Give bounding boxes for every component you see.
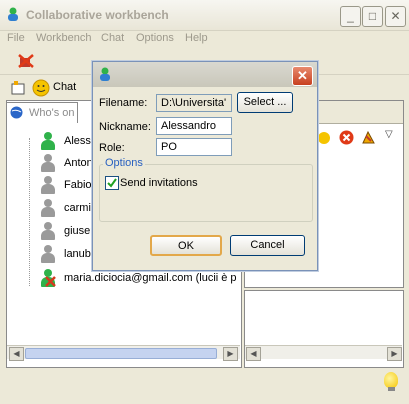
role-field[interactable]: PO bbox=[156, 138, 232, 156]
filename-label: Filename: bbox=[99, 97, 148, 109]
login-dialog: ✕ Filename: D:\Universita' Select ... Ni… bbox=[92, 61, 318, 271]
horizontal-scrollbar[interactable]: ◀ ▶ bbox=[7, 345, 240, 361]
tree-line bbox=[29, 138, 31, 286]
menu-bar: File Workbench Chat Options Help bbox=[0, 30, 409, 47]
message-scrollbar[interactable]: ◀ ▶ bbox=[245, 345, 402, 361]
scroll-right-icon[interactable]: ▶ bbox=[223, 347, 238, 361]
close-icon[interactable]: ✕ bbox=[385, 6, 406, 27]
send-invitations-label[interactable]: Send invitations bbox=[120, 177, 198, 189]
select-file-button[interactable]: Select ... bbox=[237, 92, 293, 113]
scrollbar-thumb[interactable] bbox=[25, 348, 217, 359]
disconnect-icon[interactable] bbox=[17, 53, 35, 69]
emoticon-icon[interactable] bbox=[317, 131, 331, 145]
dialog-close-icon[interactable]: ✕ bbox=[292, 66, 313, 86]
away-user-icon bbox=[40, 269, 56, 287]
tab-whos-on[interactable]: Who's on bbox=[6, 102, 78, 123]
lightbulb-base bbox=[388, 387, 395, 391]
user-name: lanub bbox=[64, 248, 91, 260]
chat-smiley-icon[interactable] bbox=[32, 79, 50, 97]
window-title: Collaborative workbench bbox=[26, 8, 169, 22]
checkmark-icon bbox=[107, 178, 117, 188]
cancel-button[interactable]: Cancel bbox=[230, 235, 305, 256]
nickname-field[interactable]: Alessandro bbox=[156, 117, 232, 135]
title-bar: Collaborative workbench _ □ ✕ bbox=[0, 0, 409, 31]
offline-user-icon bbox=[40, 199, 56, 217]
chat-label[interactable]: Chat bbox=[53, 81, 76, 93]
filename-field[interactable]: D:\Universita' bbox=[156, 94, 232, 112]
workbench-icon[interactable] bbox=[10, 80, 26, 96]
offline-user-icon bbox=[40, 222, 56, 240]
menu-chat[interactable]: Chat bbox=[101, 32, 124, 44]
app-icon bbox=[6, 7, 20, 22]
maximize-icon[interactable]: □ bbox=[362, 6, 383, 27]
offline-user-icon bbox=[40, 245, 56, 263]
options-group bbox=[99, 164, 313, 222]
list-item[interactable]: maria.diciocia@gmail.com (lucii è pe bbox=[40, 268, 236, 290]
stop-icon[interactable] bbox=[339, 130, 354, 145]
nickname-label: Nickname: bbox=[99, 121, 151, 133]
globe-icon bbox=[10, 106, 23, 119]
offline-user-icon bbox=[40, 154, 56, 172]
chevron-down-icon[interactable]: ▽ bbox=[385, 129, 393, 140]
options-legend: Options bbox=[103, 157, 145, 169]
send-invitations-checkbox[interactable] bbox=[105, 176, 119, 190]
menu-help[interactable]: Help bbox=[185, 32, 208, 44]
menu-options[interactable]: Options bbox=[136, 32, 174, 44]
lightbulb-icon[interactable] bbox=[384, 372, 398, 388]
scroll-right-icon[interactable]: ▶ bbox=[387, 347, 402, 361]
role-label: Role: bbox=[99, 142, 125, 154]
dialog-app-icon bbox=[98, 67, 112, 82]
menu-file[interactable]: File bbox=[7, 32, 25, 44]
scroll-left-icon[interactable]: ◀ bbox=[246, 347, 261, 361]
scroll-left-icon[interactable]: ◀ bbox=[9, 347, 24, 361]
offline-user-icon bbox=[40, 176, 56, 194]
dialog-title-bar: ✕ bbox=[93, 62, 317, 87]
user-name: maria.diciocia@gmail.com (lucii è pe bbox=[64, 272, 236, 284]
tab-label: Who's on bbox=[29, 107, 75, 119]
user-name: Fabio bbox=[64, 179, 92, 191]
online-user-icon bbox=[40, 132, 56, 150]
minimize-icon[interactable]: _ bbox=[340, 6, 361, 27]
ok-button[interactable]: OK bbox=[150, 235, 222, 256]
kick-icon[interactable] bbox=[361, 130, 376, 145]
menu-workbench[interactable]: Workbench bbox=[36, 32, 91, 44]
